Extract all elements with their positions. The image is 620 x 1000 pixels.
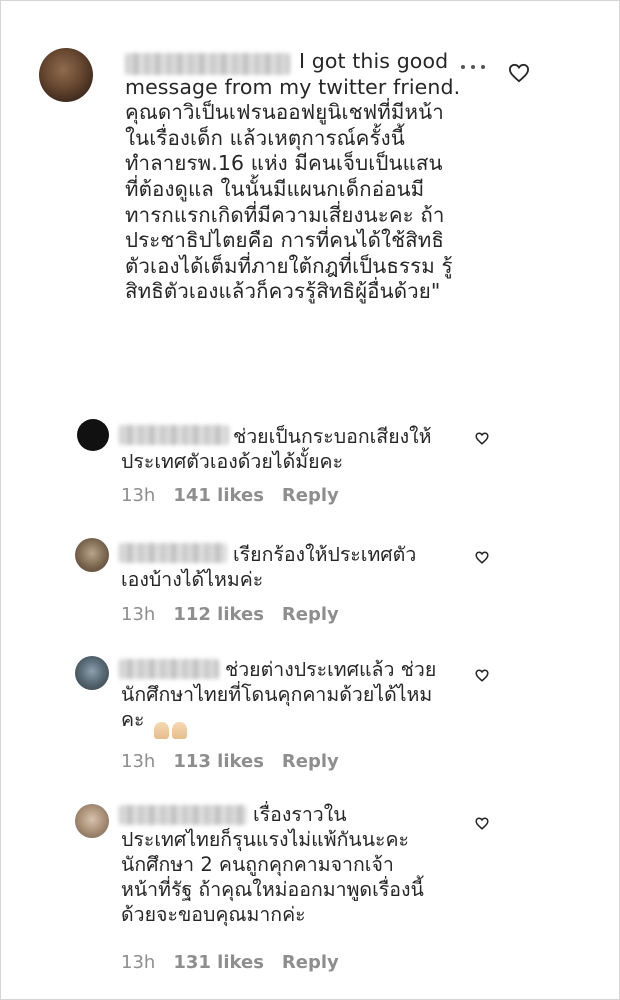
avatar[interactable] [77,419,109,451]
folded-hands-emoji [154,722,169,739]
comment-text: I got this good message from my twitter … [125,49,461,304]
folded-hands-emoji [172,722,187,739]
heart-outline-icon[interactable] [508,63,530,83]
comment-meta: 13h 112 likes Reply [121,604,339,625]
reply-button[interactable]: Reply [282,751,339,772]
timestamp: 13h [121,952,156,973]
comments-panel: I got this good message from my twitter … [0,0,620,1000]
heart-outline-icon[interactable] [475,551,489,564]
reply-button[interactable]: Reply [282,952,339,973]
more-options-button[interactable] [461,65,485,69]
likes-count[interactable]: 112 likes [173,604,264,625]
comment-text: ช่วยต่างประเทศแล้ว ช่วย นักศึกษาไทยที่โด… [121,658,437,731]
timestamp: 13h [121,485,156,506]
likes-count[interactable]: 131 likes [173,952,264,973]
comment-text: เรื่องราวใน ประเทศไทยก็รุนแรงไม่แพ้กันนะ… [121,803,424,926]
comment-text: เรียกร้องให้ประเทศตัว เองบ้างได้ไหมค่ะ [121,543,417,591]
reply-button[interactable]: Reply [282,604,339,625]
dot [481,65,485,69]
dot [471,65,475,69]
reply-button[interactable]: Reply [282,485,339,506]
heart-outline-icon[interactable] [475,669,489,682]
heart-outline-icon[interactable] [475,817,489,830]
heart-outline-icon[interactable] [475,432,489,445]
comment-text: ช่วยเป็นกระบอกเสียงให้ ประเทศตัวเองด้วยไ… [121,425,432,473]
avatar[interactable] [39,48,93,102]
avatar[interactable] [75,804,109,838]
avatar[interactable] [75,656,109,690]
timestamp: 13h [121,751,156,772]
timestamp: 13h [121,604,156,625]
dot [461,65,465,69]
comment-meta: 13h 131 likes Reply [121,952,339,973]
comment-meta: 13h 113 likes Reply [121,751,339,772]
likes-count[interactable]: 113 likes [173,751,264,772]
avatar[interactable] [75,538,109,572]
likes-count[interactable]: 141 likes [173,485,264,506]
comment-meta: 13h 141 likes Reply [121,485,339,506]
